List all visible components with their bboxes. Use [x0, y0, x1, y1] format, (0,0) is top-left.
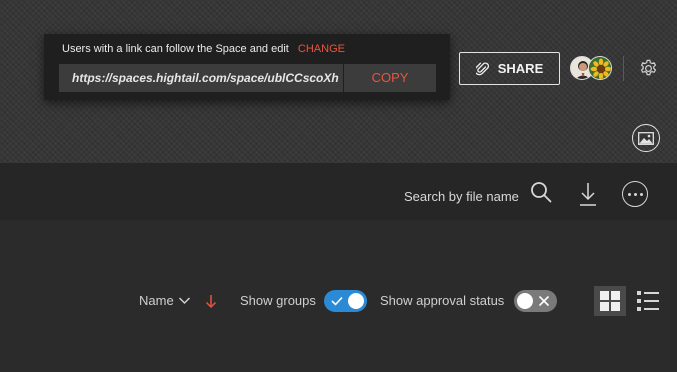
sort-by-label: Name [139, 293, 174, 308]
grid-view-button[interactable] [594, 286, 626, 316]
copy-link-button[interactable]: COPY [344, 64, 436, 92]
share-link-url[interactable]: https://spaces.hightail.com/space/ublCCs… [59, 64, 344, 92]
hightail-space-page: Users with a link can follow the Space a… [0, 0, 677, 372]
header-divider [623, 56, 624, 81]
show-approval-label: Show approval status [380, 293, 505, 308]
sort-by-dropdown[interactable]: Name [139, 293, 191, 308]
grid-icon [600, 291, 620, 311]
share-button-label: SHARE [497, 61, 544, 76]
chevron-down-icon [178, 297, 190, 305]
more-icon [627, 192, 631, 196]
link-icon [475, 62, 489, 76]
show-approval-toggle[interactable] [514, 290, 557, 312]
search-icon[interactable] [530, 181, 552, 203]
show-groups-label: Show groups [240, 293, 316, 308]
show-groups-toggle[interactable] [324, 290, 367, 312]
sort-direction-icon[interactable] [204, 292, 218, 310]
share-link-popover: Users with a link can follow the Space a… [44, 34, 450, 100]
download-icon[interactable] [578, 181, 598, 207]
files-toolbar [0, 163, 677, 220]
search-input[interactable]: Search by file name [404, 189, 519, 204]
more-options-button[interactable] [622, 181, 648, 207]
change-permission-link[interactable]: CHANGE [298, 43, 345, 55]
collaborator-avatar[interactable] [588, 56, 612, 80]
check-icon [331, 296, 343, 306]
gear-icon[interactable] [639, 59, 658, 78]
toggle-knob [348, 293, 364, 309]
change-cover-image-button[interactable] [632, 124, 660, 152]
close-icon [538, 295, 550, 307]
list-view-icon[interactable] [637, 290, 659, 312]
share-permission-text: Users with a link can follow the Space a… [62, 43, 345, 55]
share-button[interactable]: SHARE [459, 52, 560, 85]
toggle-knob [517, 293, 533, 309]
image-icon [638, 131, 654, 145]
share-link-row: https://spaces.hightail.com/space/ublCCs… [59, 64, 436, 92]
share-permission-description: Users with a link can follow the Space a… [62, 43, 289, 55]
